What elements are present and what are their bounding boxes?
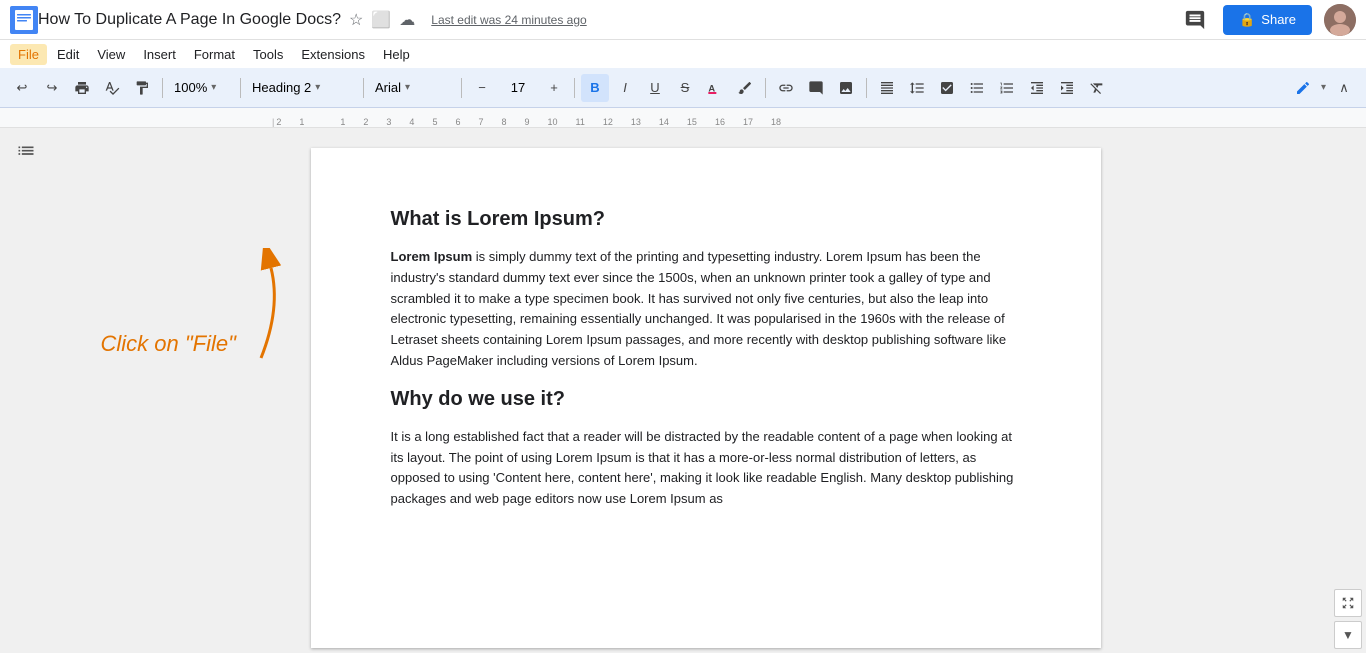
font-selector[interactable]: Arial ▾: [370, 74, 455, 102]
user-avatar[interactable]: [1324, 4, 1356, 36]
main-content: Click on "File" What is Lorem Ipsum? Lor…: [0, 128, 1366, 653]
last-edit-text[interactable]: Last edit was 24 minutes ago: [431, 13, 586, 27]
menu-item-help[interactable]: Help: [375, 44, 418, 65]
paragraph-style-selector[interactable]: Heading 2 ▾: [247, 74, 357, 102]
left-panel: [0, 128, 60, 653]
menu-item-insert[interactable]: Insert: [135, 44, 184, 65]
expand-button[interactable]: [1334, 589, 1362, 617]
font-size-selector[interactable]: 17: [498, 74, 538, 102]
italic-button[interactable]: I: [611, 74, 639, 102]
lock-icon: 🔒: [1239, 12, 1255, 28]
separator-2: [240, 78, 241, 98]
collapse-toolbar-button[interactable]: ∧: [1330, 74, 1358, 102]
svg-text:A: A: [708, 83, 715, 93]
text-color-button[interactable]: A: [701, 74, 729, 102]
editing-mode-button[interactable]: [1289, 74, 1317, 102]
header-right: 🔒 Share: [1179, 4, 1356, 36]
menu-bar: FileEditViewInsertFormatToolsExtensionsH…: [0, 40, 1366, 68]
menu-item-extensions[interactable]: Extensions: [293, 44, 373, 65]
document-area: Click on "File" What is Lorem Ipsum? Lor…: [60, 128, 1351, 653]
document-heading-1: What is Lorem Ipsum?: [391, 208, 1021, 231]
strikethrough-button[interactable]: S: [671, 74, 699, 102]
annotation-text: Click on "File": [101, 331, 301, 357]
document-paragraph-2: It is a long established fact that a rea…: [391, 427, 1021, 510]
paint-format-button[interactable]: [128, 74, 156, 102]
underline-button[interactable]: U: [641, 74, 669, 102]
menu-item-file[interactable]: File: [10, 44, 47, 65]
menu-item-view[interactable]: View: [89, 44, 133, 65]
ruler: | 2 1 1 2 3 4 5 6 7 8 9 10 11 12 13 14 1…: [0, 108, 1366, 128]
annotation-arrow-svg: [101, 248, 301, 368]
editing-chevron-icon: ▾: [1321, 82, 1326, 93]
separator-1: [162, 78, 163, 98]
menu-item-tools[interactable]: Tools: [245, 44, 291, 65]
undo-button[interactable]: ↩: [8, 74, 36, 102]
right-panel: [1351, 128, 1366, 653]
separator-3: [363, 78, 364, 98]
star-icon[interactable]: ☆: [349, 10, 363, 30]
increase-indent-button[interactable]: [1053, 74, 1081, 102]
spellcheck-button[interactable]: [98, 74, 126, 102]
document-paragraph-1: Lorem Ipsum is simply dummy text of the …: [391, 247, 1021, 372]
decrease-indent-button[interactable]: [1023, 74, 1051, 102]
chevron-down-icon: ▾: [211, 82, 216, 93]
chevron-down-icon-2: ▾: [315, 82, 320, 93]
font-size-increase-button[interactable]: +: [540, 74, 568, 102]
link-button[interactable]: [772, 74, 800, 102]
share-button[interactable]: 🔒 Share: [1223, 5, 1312, 35]
separator-4: [461, 78, 462, 98]
ruler-inner: | 2 1 1 2 3 4 5 6 7 8 9 10 11 12 13 14 1…: [272, 108, 799, 127]
scroll-controls: ▼: [1330, 585, 1366, 653]
cloud-icon[interactable]: ☁: [399, 10, 415, 30]
line-spacing-button[interactable]: [903, 74, 931, 102]
title-area: How To Duplicate A Page In Google Docs? …: [38, 10, 1179, 30]
separator-5: [574, 78, 575, 98]
bold-button[interactable]: B: [581, 74, 609, 102]
zoom-selector[interactable]: 100% ▾: [169, 74, 234, 102]
redo-button[interactable]: ↪: [38, 74, 66, 102]
highlight-button[interactable]: [731, 74, 759, 102]
document-title[interactable]: How To Duplicate A Page In Google Docs?: [38, 11, 341, 29]
font-size-decrease-button[interactable]: −: [468, 74, 496, 102]
list-button[interactable]: [963, 74, 991, 102]
outline-toggle-button[interactable]: [12, 140, 40, 168]
menu-item-edit[interactable]: Edit: [49, 44, 87, 65]
document-heading-2: Why do we use it?: [391, 388, 1021, 411]
pen-area: ▾ ∧: [1289, 74, 1358, 102]
chevron-down-icon-3: ▾: [405, 82, 410, 93]
document-page[interactable]: Click on "File" What is Lorem Ipsum? Lor…: [311, 148, 1101, 648]
annotation-overlay: Click on "File": [101, 248, 301, 357]
toolbar: ↩ ↪ 100% ▾ Heading 2 ▾ Arial ▾ − 17 + B …: [0, 68, 1366, 108]
comment-button[interactable]: [802, 74, 830, 102]
google-docs-icon: [10, 6, 38, 34]
para1-bold-text: Lorem Ipsum: [391, 249, 473, 264]
title-icons: ☆ ⬜ ☁: [349, 10, 415, 30]
ordered-list-button[interactable]: [993, 74, 1021, 102]
checklist-button[interactable]: [933, 74, 961, 102]
open-externally-icon[interactable]: ⬜: [371, 10, 391, 30]
image-button[interactable]: [832, 74, 860, 102]
separator-6: [765, 78, 766, 98]
separator-7: [866, 78, 867, 98]
print-button[interactable]: [68, 74, 96, 102]
scroll-down-button[interactable]: ▼: [1334, 621, 1362, 649]
para1-rest-text: is simply dummy text of the printing and…: [391, 249, 1007, 368]
title-bar: How To Duplicate A Page In Google Docs? …: [0, 0, 1366, 40]
menu-item-format[interactable]: Format: [186, 44, 243, 65]
clear-format-button[interactable]: [1083, 74, 1111, 102]
align-button[interactable]: [873, 74, 901, 102]
comments-button[interactable]: [1179, 4, 1211, 36]
